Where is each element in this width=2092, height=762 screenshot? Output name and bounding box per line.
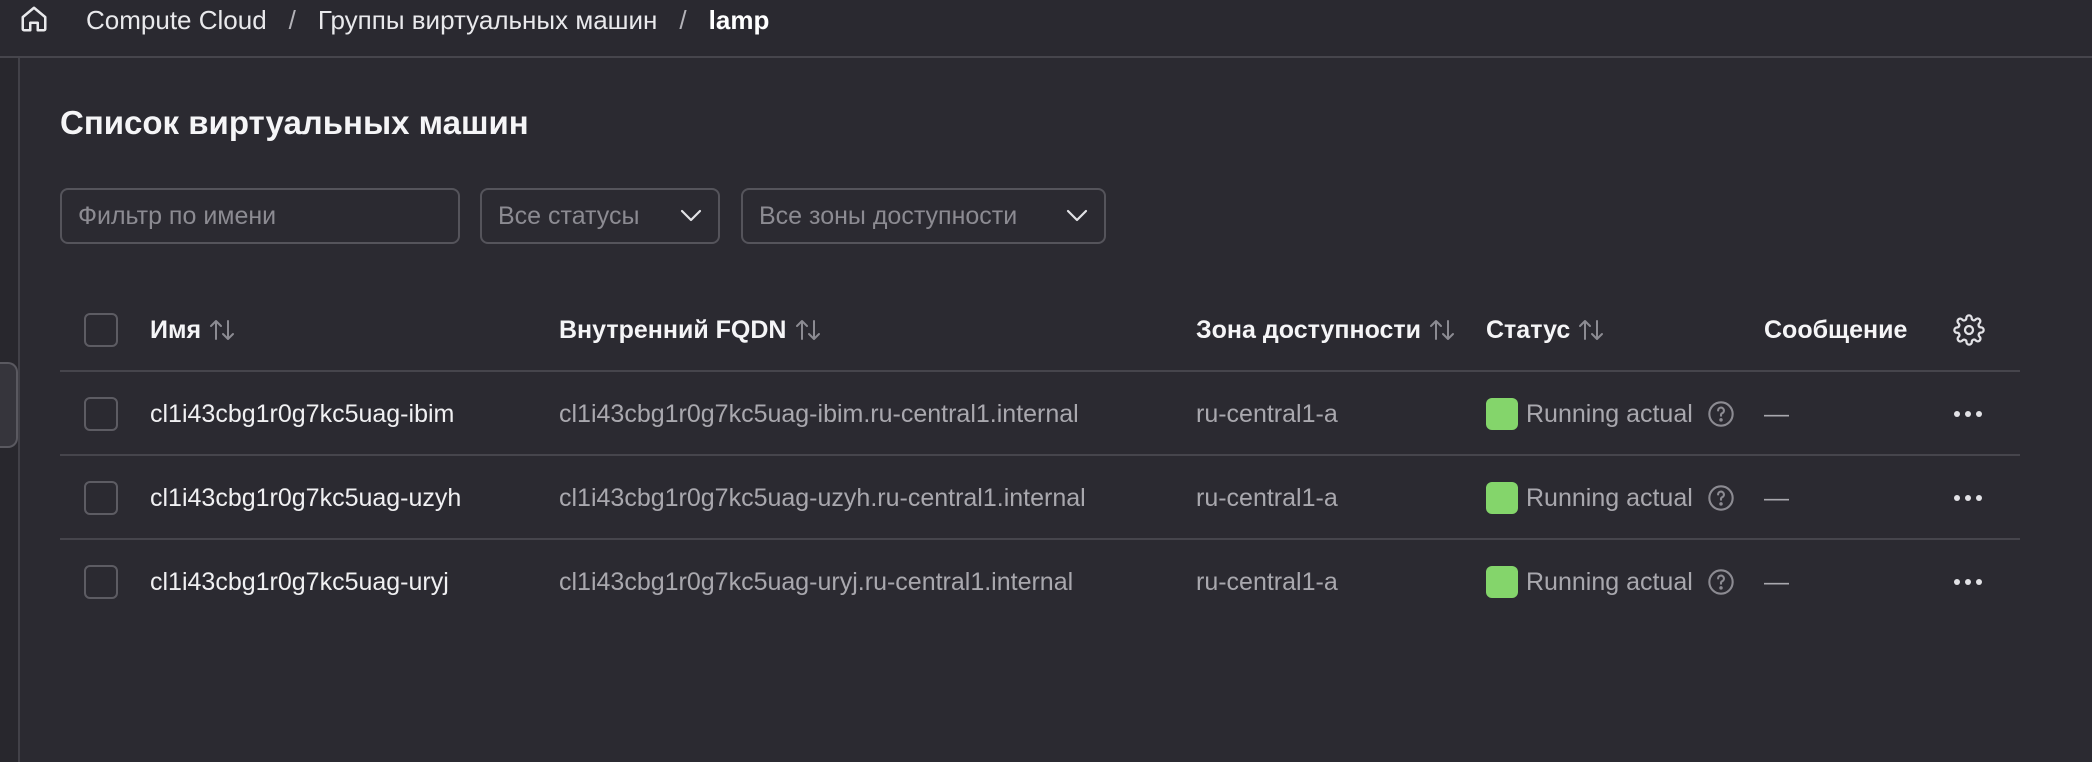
column-header-name-label: Имя	[150, 315, 202, 344]
more-icon[interactable]	[1953, 456, 1983, 540]
chevron-down-icon	[1066, 209, 1088, 223]
vm-status: Running actual	[1486, 540, 1735, 624]
column-header-status-label: Статус	[1486, 315, 1571, 344]
vm-fqdn: cl1i43cbg1r0g7kc5uag-ibim.ru-central1.in…	[559, 399, 1079, 428]
gear-icon[interactable]	[1953, 288, 1985, 372]
breadcrumb-separator: /	[288, 4, 296, 35]
vm-table: Имя Внутренний FQDN Зона доступности Ста…	[60, 288, 2020, 624]
vm-message: —	[1764, 399, 1789, 428]
table-header-row: Имя Внутренний FQDN Зона доступности Ста…	[60, 288, 2020, 372]
home-icon[interactable]	[16, 1, 52, 37]
status-indicator	[1486, 566, 1518, 598]
help-icon[interactable]	[1707, 400, 1735, 428]
table-row[interactable]: cl1i43cbg1r0g7kc5uag-uryj cl1i43cbg1r0g7…	[60, 540, 2020, 624]
column-header-zone[interactable]: Зона доступности	[1196, 288, 1455, 372]
zone-filter-select[interactable]: Все зоны доступности	[741, 188, 1106, 244]
vm-message: —	[1764, 567, 1789, 596]
vm-zone: ru-central1-a	[1196, 399, 1338, 428]
sidebar-toggle-handle[interactable]	[0, 362, 18, 448]
select-all-checkbox[interactable]	[84, 313, 118, 347]
column-header-zone-label: Зона доступности	[1196, 315, 1422, 344]
sort-icon[interactable]	[209, 319, 235, 341]
table-row[interactable]: cl1i43cbg1r0g7kc5uag-ibim cl1i43cbg1r0g7…	[60, 372, 2020, 456]
status-text: Running actual	[1526, 399, 1693, 428]
vm-fqdn: cl1i43cbg1r0g7kc5uag-uzyh.ru-central1.in…	[559, 483, 1086, 512]
column-header-fqdn-label: Внутренний FQDN	[559, 315, 787, 344]
top-bar: Compute Cloud / Группы виртуальных машин…	[0, 0, 2092, 58]
row-checkbox[interactable]	[84, 565, 118, 599]
chevron-down-icon	[680, 209, 702, 223]
column-header-name[interactable]: Имя	[150, 288, 235, 372]
status-filter-value: Все статусы	[498, 201, 640, 230]
column-header-status[interactable]: Статус	[1486, 288, 1604, 372]
status-text: Running actual	[1526, 567, 1693, 596]
breadcrumb-compute-cloud[interactable]: Compute Cloud	[86, 5, 267, 36]
status-indicator	[1486, 398, 1518, 430]
row-checkbox[interactable]	[84, 397, 118, 431]
column-header-message: Сообщение	[1764, 315, 1908, 344]
more-icon[interactable]	[1953, 540, 1983, 624]
vm-name[interactable]: cl1i43cbg1r0g7kc5uag-uryj	[150, 540, 449, 624]
status-filter-select[interactable]: Все статусы	[480, 188, 720, 244]
breadcrumb-separator: /	[679, 4, 687, 35]
vm-fqdn: cl1i43cbg1r0g7kc5uag-uryj.ru-central1.in…	[559, 567, 1074, 596]
vm-name[interactable]: cl1i43cbg1r0g7kc5uag-uzyh	[150, 456, 461, 540]
vm-status: Running actual	[1486, 456, 1735, 540]
status-text: Running actual	[1526, 483, 1693, 512]
sort-icon[interactable]	[1429, 319, 1455, 341]
status-indicator	[1486, 482, 1518, 514]
zone-filter-value: Все зоны доступности	[759, 201, 1018, 230]
table-row[interactable]: cl1i43cbg1r0g7kc5uag-uzyh cl1i43cbg1r0g7…	[60, 456, 2020, 540]
vm-name[interactable]: cl1i43cbg1r0g7kc5uag-ibim	[150, 372, 454, 456]
page-title: Список виртуальных машин	[60, 104, 529, 141]
vm-status: Running actual	[1486, 372, 1735, 456]
breadcrumb-vm-groups[interactable]: Группы виртуальных машин	[318, 5, 658, 36]
column-header-fqdn[interactable]: Внутренний FQDN	[559, 288, 821, 372]
breadcrumb: Compute Cloud / Группы виртуальных машин…	[86, 0, 769, 40]
left-rail	[0, 58, 20, 762]
name-filter-input[interactable]: Фильтр по имени	[60, 188, 460, 244]
sort-icon[interactable]	[1578, 319, 1604, 341]
vm-zone: ru-central1-a	[1196, 567, 1338, 596]
name-filter-placeholder: Фильтр по имени	[78, 201, 277, 230]
help-icon[interactable]	[1707, 484, 1735, 512]
more-icon[interactable]	[1953, 372, 1983, 456]
sort-icon[interactable]	[795, 319, 821, 341]
row-checkbox[interactable]	[84, 481, 118, 515]
vm-zone: ru-central1-a	[1196, 483, 1338, 512]
vm-message: —	[1764, 483, 1789, 512]
help-icon[interactable]	[1707, 568, 1735, 596]
breadcrumb-current: lamp	[708, 4, 770, 35]
